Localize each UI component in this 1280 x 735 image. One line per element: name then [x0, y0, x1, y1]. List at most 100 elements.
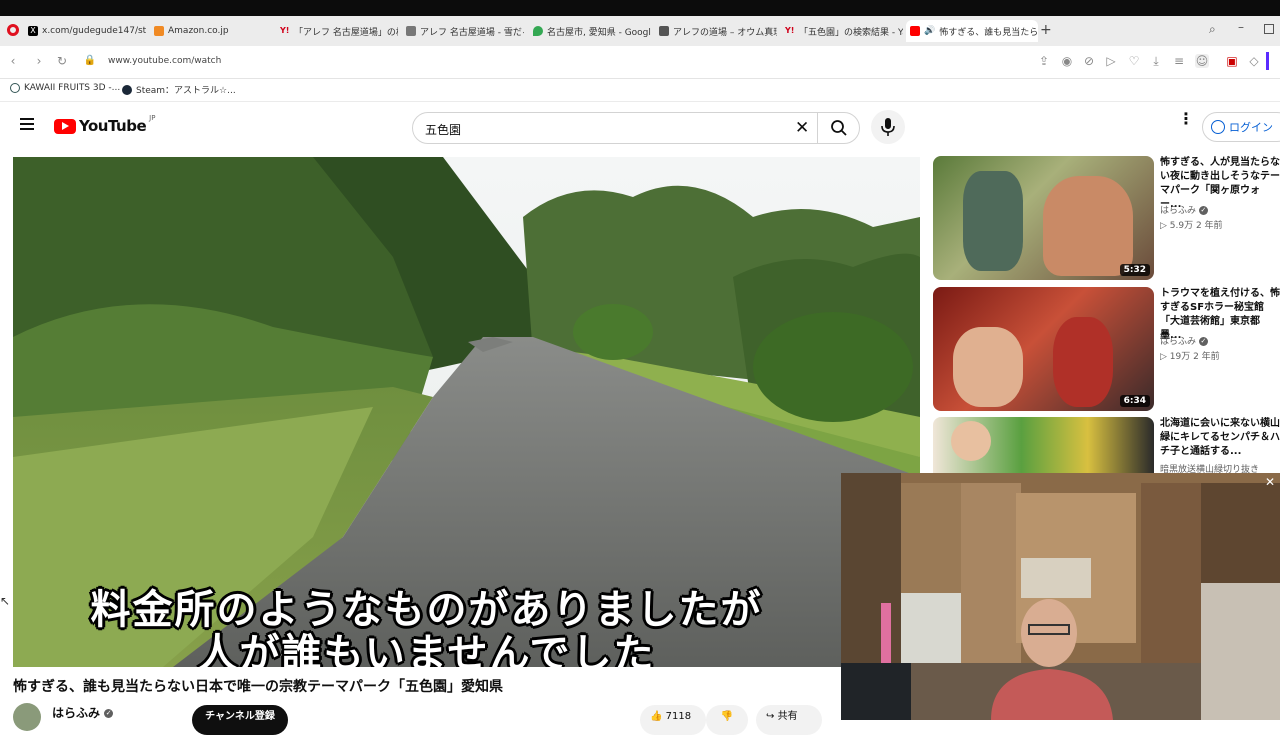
tab-google-maps[interactable]: 名古屋市, 愛知県 - Googl	[533, 20, 651, 42]
x-icon: X	[28, 26, 38, 36]
video-title: 怖すぎる、誰も見当たらない日本で唯一の宗教テーマパーク「五色園」愛知県	[13, 679, 503, 695]
video-thumbnail[interactable]	[933, 417, 1154, 473]
yahoo-icon: Y!	[785, 26, 795, 35]
download-icon[interactable]: ⤓	[1149, 54, 1163, 68]
tab-youtube-active[interactable]: 🔊 怖すぎる、誰も見当たら	[906, 20, 1038, 42]
bookmark-steam[interactable]: Steam：アストラル☆...	[122, 83, 236, 96]
logo-text: YouTube	[79, 117, 147, 135]
back-icon[interactable]: ‹	[6, 54, 20, 68]
tab-snowman[interactable]: アレフ 名古屋道場 - 雪だる	[406, 20, 524, 42]
camera-icon[interactable]: ◉	[1060, 54, 1074, 68]
subtitle-line-2: 人が誰もいませんでした	[197, 631, 656, 667]
verified-icon: ✓	[1198, 206, 1208, 215]
window-top-strip	[0, 0, 1280, 16]
hamburger-menu-icon[interactable]	[20, 118, 34, 130]
recommendation-item[interactable]: 5:32 怖すぎる、人が見当たらない夜に動き出しそうなテーマパーク「関ヶ原ウォー…	[933, 156, 1280, 280]
menu-list-icon[interactable]: ≡	[1172, 54, 1186, 68]
url-field[interactable]: www.youtube.com/watch	[108, 56, 221, 66]
verified-icon: ✓	[1198, 337, 1208, 346]
subscribe-label: チャンネル登録	[205, 711, 275, 722]
minimize-icon[interactable]: –	[1238, 20, 1244, 34]
video-thumbnail[interactable]: 6:34	[933, 287, 1154, 411]
like-button[interactable]: 👍 7118	[640, 705, 706, 735]
yahoo-icon: Y!	[280, 26, 290, 35]
tab-aleph-dojo[interactable]: アレフの道場 – オウム真理教	[659, 20, 777, 42]
cube-icon[interactable]: ◇	[1247, 54, 1261, 68]
tab-yahoo-goshikien[interactable]: Y! 「五色園」の検索結果 - Yah	[785, 20, 903, 42]
thumbnail-figure	[953, 327, 1023, 407]
recommendation-channel[interactable]: 暗黒放送横山緑切り抜き	[1160, 462, 1259, 473]
thumbnail-figure	[1053, 317, 1113, 407]
recommendation-title[interactable]: 北海道に会いに来ない横山緑にキレてるセンパチ＆ハチ子と通話する...	[1160, 417, 1280, 459]
shield-icon[interactable]: ⊘	[1082, 54, 1096, 68]
tab-yahoo-aleph[interactable]: Y! 「アレフ 名古屋道場」の検索	[280, 20, 398, 42]
share-label: 共有	[777, 711, 798, 722]
tab-label: 怖すぎる、誰も見当たら	[939, 27, 1038, 38]
tab-bar: X x.com/gudegude147/stat Amazon.co.jp Y!…	[0, 16, 1280, 46]
profile-icon[interactable]: ☺	[1195, 54, 1209, 68]
youtube-play-icon	[54, 118, 76, 134]
close-overlay-icon[interactable]: ✕	[1265, 475, 1275, 489]
speaker-icon[interactable]: 🔊	[924, 26, 935, 36]
recommendation-meta: ▷ 5.9万 2 年前	[1160, 221, 1223, 231]
reload-icon[interactable]: ↻	[55, 54, 69, 68]
steam-icon	[122, 84, 132, 95]
tab-label: 「五色園」の検索結果 - Yah	[799, 27, 903, 38]
clear-search-icon[interactable]: ✕	[795, 118, 809, 138]
search-input[interactable]: 五色園	[425, 121, 461, 138]
thumbnail-figure	[951, 421, 991, 461]
like-count: 7118	[665, 711, 692, 722]
thumbs-up-icon: 👍	[650, 711, 663, 722]
more-options-icon[interactable]: ⋮	[1178, 111, 1194, 127]
share-arrow-icon: ↪	[766, 711, 775, 722]
extension-icon[interactable]: ▣	[1225, 54, 1239, 68]
amazon-icon	[154, 26, 164, 36]
dislike-button[interactable]: 👎	[706, 705, 748, 735]
login-button[interactable]: ログイン	[1202, 112, 1280, 142]
search-button[interactable]	[818, 113, 861, 143]
recommendation-channel[interactable]: はらふみ ✓	[1160, 334, 1208, 347]
tab-search-icon[interactable]: ⌕	[1209, 22, 1216, 37]
recommendation-item[interactable]: 北海道に会いに来ない横山緑にキレてるセンパチ＆ハチ子と通話する... 暗黒放送横…	[933, 417, 1280, 473]
tab-x[interactable]: X x.com/gudegude147/stat	[28, 20, 146, 42]
channel-name-row[interactable]: はらふみ ✓	[52, 704, 114, 721]
duration-badge: 5:32	[1119, 264, 1150, 276]
bookmarks-bar: KAWAII FRUITS 3D -... Steam：アストラル☆...	[0, 79, 1280, 102]
bookmark-label: Steam：アストラル☆...	[136, 86, 236, 96]
play-icon[interactable]: ▷	[1104, 54, 1118, 68]
channel-name: はらふみ	[52, 706, 101, 720]
search-icon	[831, 120, 847, 136]
address-bar: ‹ › ↻ 🔒 www.youtube.com/watch ⇪ ◉ ⊘ ▷ ♡ …	[0, 46, 1280, 79]
bookmark-kawaii[interactable]: KAWAII FRUITS 3D -...	[10, 83, 120, 93]
duration-badge: 6:34	[1119, 395, 1150, 407]
search-box[interactable]: 五色園 ✕	[412, 112, 860, 144]
thumbnail-figure	[1043, 176, 1133, 276]
webcam-overlay: ✕	[841, 473, 1280, 720]
globe-icon	[10, 83, 20, 93]
youtube-icon	[910, 26, 920, 36]
recommendation-channel[interactable]: はらふみ ✓	[1160, 203, 1208, 216]
restore-icon[interactable]	[1264, 24, 1274, 34]
tab-amazon[interactable]: Amazon.co.jp	[154, 20, 272, 42]
tab-label: Amazon.co.jp	[168, 26, 229, 36]
page-icon	[406, 26, 416, 36]
video-player[interactable]: 料金所のようなものがありましたが 人が誰もいませんでした	[13, 157, 920, 667]
forward-icon[interactable]: ›	[32, 54, 46, 68]
voice-search-button[interactable]	[871, 110, 905, 144]
heart-icon[interactable]: ♡	[1127, 54, 1141, 68]
map-pin-icon	[533, 26, 543, 36]
opera-logo-icon[interactable]	[7, 24, 19, 36]
video-thumbnail[interactable]: 5:32	[933, 156, 1154, 280]
share-icon[interactable]: ⇪	[1037, 54, 1051, 68]
youtube-logo[interactable]: YouTube JP	[54, 114, 156, 135]
subscribe-button[interactable]: チャンネル登録	[192, 705, 288, 735]
bookmark-label: KAWAII FRUITS 3D -...	[24, 83, 121, 93]
mouse-cursor-icon: ↖	[0, 594, 11, 608]
thumbnail-figure	[963, 171, 1023, 271]
new-tab-icon[interactable]: +	[1040, 22, 1052, 38]
account-icon	[1211, 120, 1225, 134]
channel-avatar[interactable]	[13, 703, 41, 731]
region-code: JP	[149, 114, 156, 122]
recommendation-item[interactable]: 6:34 トラウマを植え付ける、怖すぎるSFホラー秘宝館「大道芸術館」東京都墨.…	[933, 287, 1280, 411]
share-button[interactable]: ↪ 共有	[756, 705, 822, 735]
